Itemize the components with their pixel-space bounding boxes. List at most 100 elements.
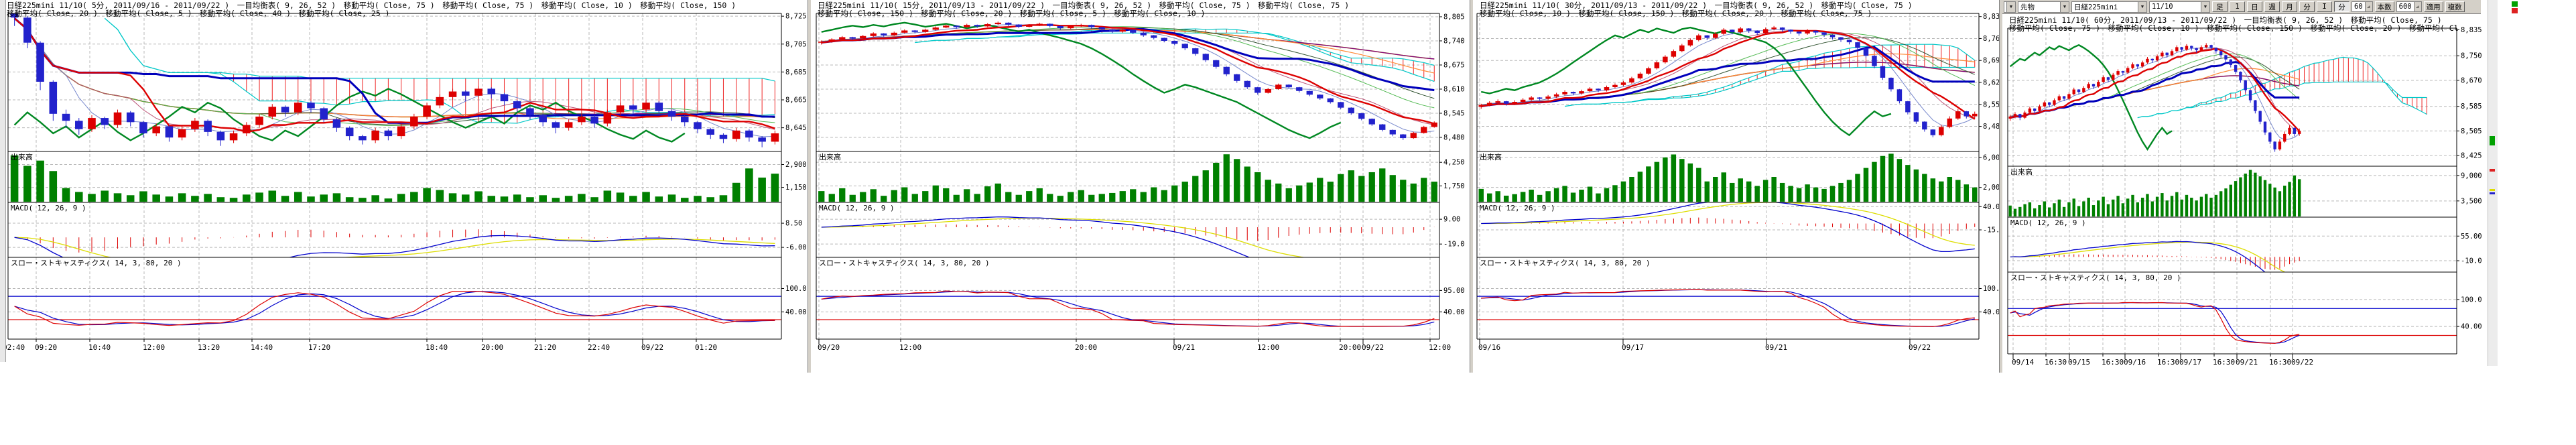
bar-type-button[interactable]: 足 xyxy=(2212,1,2228,12)
stochastics-pane-title: スロー・ストキャスティクス( 14, 3, 80, 20 ) xyxy=(819,259,990,267)
macd-pane xyxy=(822,217,1435,279)
x-axis-label: 01:20 xyxy=(695,343,717,352)
right-scrollbar[interactable] xyxy=(2488,0,2498,366)
intraday-button[interactable]: I xyxy=(2317,1,2332,12)
y-axis-label: 8.50 xyxy=(785,220,802,228)
y-axis-label: 100.0 xyxy=(785,285,807,293)
y-axis-labels: 8,8058,7408,6758,6108,5458,4804,2501,750… xyxy=(1439,13,1465,316)
weekly-button[interactable]: 週 xyxy=(2264,1,2280,12)
ichimoku-lines xyxy=(2010,45,2300,149)
x-axis-label: 20:00 xyxy=(1339,343,1361,352)
y-axis-label: 40.0 xyxy=(1983,308,2000,316)
x-axis-label: 16:30 xyxy=(2269,358,2291,367)
y-axis-label: 3,500 xyxy=(2461,197,2482,205)
left-scrollbar[interactable] xyxy=(0,0,6,362)
x-axis-labels: 02:4009:2010:4012:0013:2014:4017:2018:40… xyxy=(3,339,717,352)
volume-bars xyxy=(11,155,779,202)
x-axis-label: 09/22 xyxy=(641,343,663,352)
y-axis-label: 8,585 xyxy=(2461,103,2482,111)
y-axis-label: 8,76 xyxy=(1983,35,2000,43)
y-axis-label: 8,55 xyxy=(1983,101,2000,109)
pane-titles: 出来高 MACD( 12, 26, 9 ) スロー・ストキャスティクス( 14, 3… xyxy=(2010,167,2181,282)
y-axis-label: 100. xyxy=(1983,285,2000,293)
y-axis-label: -15. xyxy=(1983,227,2000,235)
y-axis-label: 40.00 xyxy=(785,308,807,316)
y-axis-label: 4,250 xyxy=(1443,159,1465,167)
x-axis-label: 09/21 xyxy=(2236,358,2258,367)
volume-bars xyxy=(1478,153,1977,202)
multi-button[interactable]: 複数 xyxy=(2445,1,2465,12)
y-axis-labels: 8,8358,7508,6708,5858,5058,4259,0003,500… xyxy=(2457,26,2482,331)
y-axis-label: -19.0 xyxy=(1443,241,1465,249)
stochastics-pane-title: スロー・ストキャスティクス( 14, 3, 80, 20 ) xyxy=(2010,273,2181,282)
x-axis-label: 09/21 xyxy=(1173,343,1195,352)
monthly-button[interactable]: 月 xyxy=(2282,1,2297,12)
chart-toolbar: ▼ 先物▼ 日経225mini▼ 11/10▼ 足 1 日 週 月 分 I 分 … xyxy=(2002,0,2481,14)
x-axis-label: 12:00 xyxy=(143,343,165,352)
chart-canvas-15min: 8,8058,7408,6758,6108,5458,4804,2501,750… xyxy=(811,0,1470,402)
bar-count-label: 本数 xyxy=(2375,1,2394,12)
minute-button[interactable]: 分 xyxy=(2299,1,2315,12)
apply-button[interactable]: 適用 xyxy=(2424,1,2443,12)
tick-button[interactable]: 1 xyxy=(2230,1,2245,12)
macd-pane-title: MACD( 12, 26, 9 ) xyxy=(11,204,86,212)
volume-pane-title: 出来高 xyxy=(2010,167,2033,176)
x-axis-label: 20:00 xyxy=(1075,343,1097,352)
chevron-down-icon: ▼ xyxy=(2138,2,2146,12)
ichimoku-cloud xyxy=(915,29,1434,81)
y-axis-label: 8,545 xyxy=(1443,109,1465,117)
y-axis-label: 6,00 xyxy=(1983,153,2000,162)
gridlines xyxy=(8,13,781,339)
y-axis-label: 8,425 xyxy=(2461,151,2482,160)
y-axis-labels: 8,838,768,698,628,558,486,002,0040.0-15.… xyxy=(1979,13,2000,316)
y-axis-label: 2,900 xyxy=(785,161,807,169)
y-axis-label: 8,480 xyxy=(1443,133,1465,141)
x-axis-label: 09:20 xyxy=(35,343,57,352)
daily-button[interactable]: 日 xyxy=(2247,1,2262,12)
candlesticks xyxy=(11,11,779,147)
moving-averages xyxy=(1481,29,1975,126)
macd-pane-title: MACD( 12, 26, 9 ) xyxy=(2010,218,2086,227)
ichimoku-lines xyxy=(1481,27,1975,135)
bar-count-spinner[interactable]: 600⊿ xyxy=(2396,1,2422,12)
stochastics-pane-title: スロー・ストキャスティクス( 14, 3, 80, 20 ) xyxy=(1480,259,1651,267)
y-axis-label: 40.00 xyxy=(2461,323,2482,331)
gridlines xyxy=(2008,28,2457,354)
scroll-marker-red xyxy=(2490,169,2495,172)
y-axis-label: 9,000 xyxy=(2461,172,2482,180)
interval-spinner[interactable]: 60⊿ xyxy=(2352,1,2373,12)
chevron-down-icon: ▼ xyxy=(2201,2,2209,12)
y-axis-label: 8,505 xyxy=(2461,127,2482,135)
combo-stub[interactable]: ▼ xyxy=(2004,1,2016,13)
scroll-marker-yellow xyxy=(2490,189,2495,191)
chart-header-line2: 移動平均( Close, 150 ) 移動平均( Close, 20 ) 移動平… xyxy=(818,9,1206,17)
contract-month-value: 11/10 xyxy=(2152,3,2173,11)
chart-header-line2: 移動平均( Close, 20 ) 移動平均( Close, 5 ) 移動平均(… xyxy=(7,9,390,17)
minute-mode-button[interactable]: 分 xyxy=(2334,1,2349,12)
y-axis-labels: 8,7258,7058,6858,6658,6452,9001,1508.50-… xyxy=(781,13,807,316)
x-axis-label: 12:00 xyxy=(899,343,921,352)
x-axis-label: 17:20 xyxy=(308,343,330,352)
volume-pane-title: 出来高 xyxy=(11,152,33,162)
chart-frame xyxy=(8,13,781,339)
symbol-select-value: 日経225mini xyxy=(2074,2,2118,12)
y-axis-label: 8,750 xyxy=(2461,52,2482,60)
y-axis-label: 8,805 xyxy=(1443,13,1465,21)
y-axis-label: 8,725 xyxy=(785,13,807,21)
chart-canvas-5min: 8,7258,7058,6858,6658,6452,9001,1508.50-… xyxy=(0,0,808,402)
x-axis-label: 16:30 xyxy=(2102,358,2124,367)
chart-canvas-60min: 8,8358,7508,6708,5858,5058,4259,0003,500… xyxy=(2002,0,2486,402)
y-axis-label: 8,62 xyxy=(1983,79,2000,87)
chevron-down-icon: ▼ xyxy=(2006,2,2015,12)
y-axis-label: 8,645 xyxy=(785,124,807,132)
y-axis-label: 95.00 xyxy=(1443,287,1465,295)
x-axis-label: 09/20 xyxy=(818,343,840,352)
stochastics-pane xyxy=(816,291,1439,326)
symbol-select[interactable]: 日経225mini ▼ xyxy=(2071,1,2147,13)
contract-month-select[interactable]: 11/10 ▼ xyxy=(2149,1,2210,13)
x-axis-label: 18:40 xyxy=(426,343,448,352)
market-select[interactable]: 先物▼ xyxy=(2018,1,2069,13)
stochastics-pane xyxy=(1477,290,1979,326)
x-axis-label: 09/22 xyxy=(1909,343,1931,352)
ichimoku-lines xyxy=(15,18,775,141)
